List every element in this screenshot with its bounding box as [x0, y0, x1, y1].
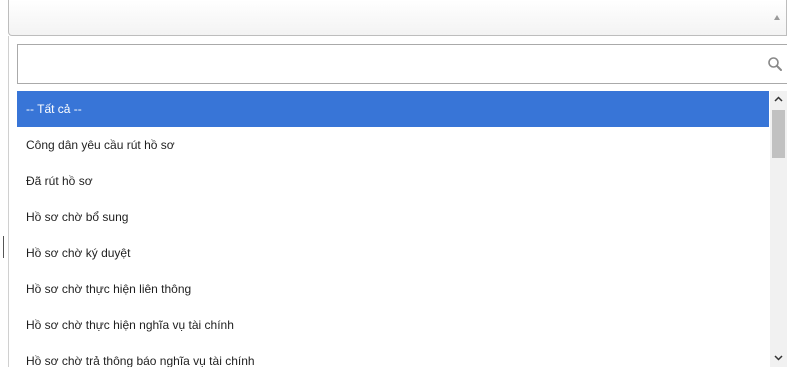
chevron-down-icon: [774, 355, 783, 361]
option-item[interactable]: Hồ sơ chờ thực hiện nghĩa vụ tài chính: [17, 307, 769, 343]
option-item[interactable]: Hồ sơ chờ ký duyệt: [17, 235, 769, 271]
option-items: -- Tất cả -- Công dân yêu cầu rút hồ sơ Đã…: [17, 91, 769, 367]
search-icon[interactable]: [767, 56, 783, 72]
status-select[interactable]: [8, 0, 787, 36]
search-input[interactable]: [18, 45, 758, 83]
scroll-up-button[interactable]: [770, 91, 787, 108]
options-list: -- Tất cả -- Công dân yêu cầu rút hồ sơ Đã…: [17, 91, 787, 367]
chevron-up-icon: [774, 96, 783, 102]
option-item[interactable]: Đã rút hồ sơ: [17, 163, 769, 199]
scroll-thumb[interactable]: [772, 110, 785, 158]
option-item[interactable]: Công dân yêu cầu rút hồ sơ: [17, 127, 769, 163]
option-item[interactable]: Hồ sơ chờ trả thông báo nghĩa vụ tài chí…: [17, 343, 769, 367]
scroll-down-button[interactable]: [770, 350, 787, 367]
page: -- Tất cả -- Công dân yêu cầu rút hồ sơ Đã…: [0, 0, 787, 367]
scrollbar[interactable]: [770, 91, 787, 367]
dropdown-panel: -- Tất cả -- Công dân yêu cầu rút hồ sơ Đã…: [8, 36, 787, 367]
option-item[interactable]: -- Tất cả --: [17, 91, 769, 127]
edge-divider: [3, 236, 4, 258]
search-box[interactable]: [17, 44, 787, 84]
chevron-up-icon[interactable]: [774, 15, 780, 20]
option-item[interactable]: Hồ sơ chờ bổ sung: [17, 199, 769, 235]
option-item[interactable]: Hồ sơ chờ thực hiện liên thông: [17, 271, 769, 307]
